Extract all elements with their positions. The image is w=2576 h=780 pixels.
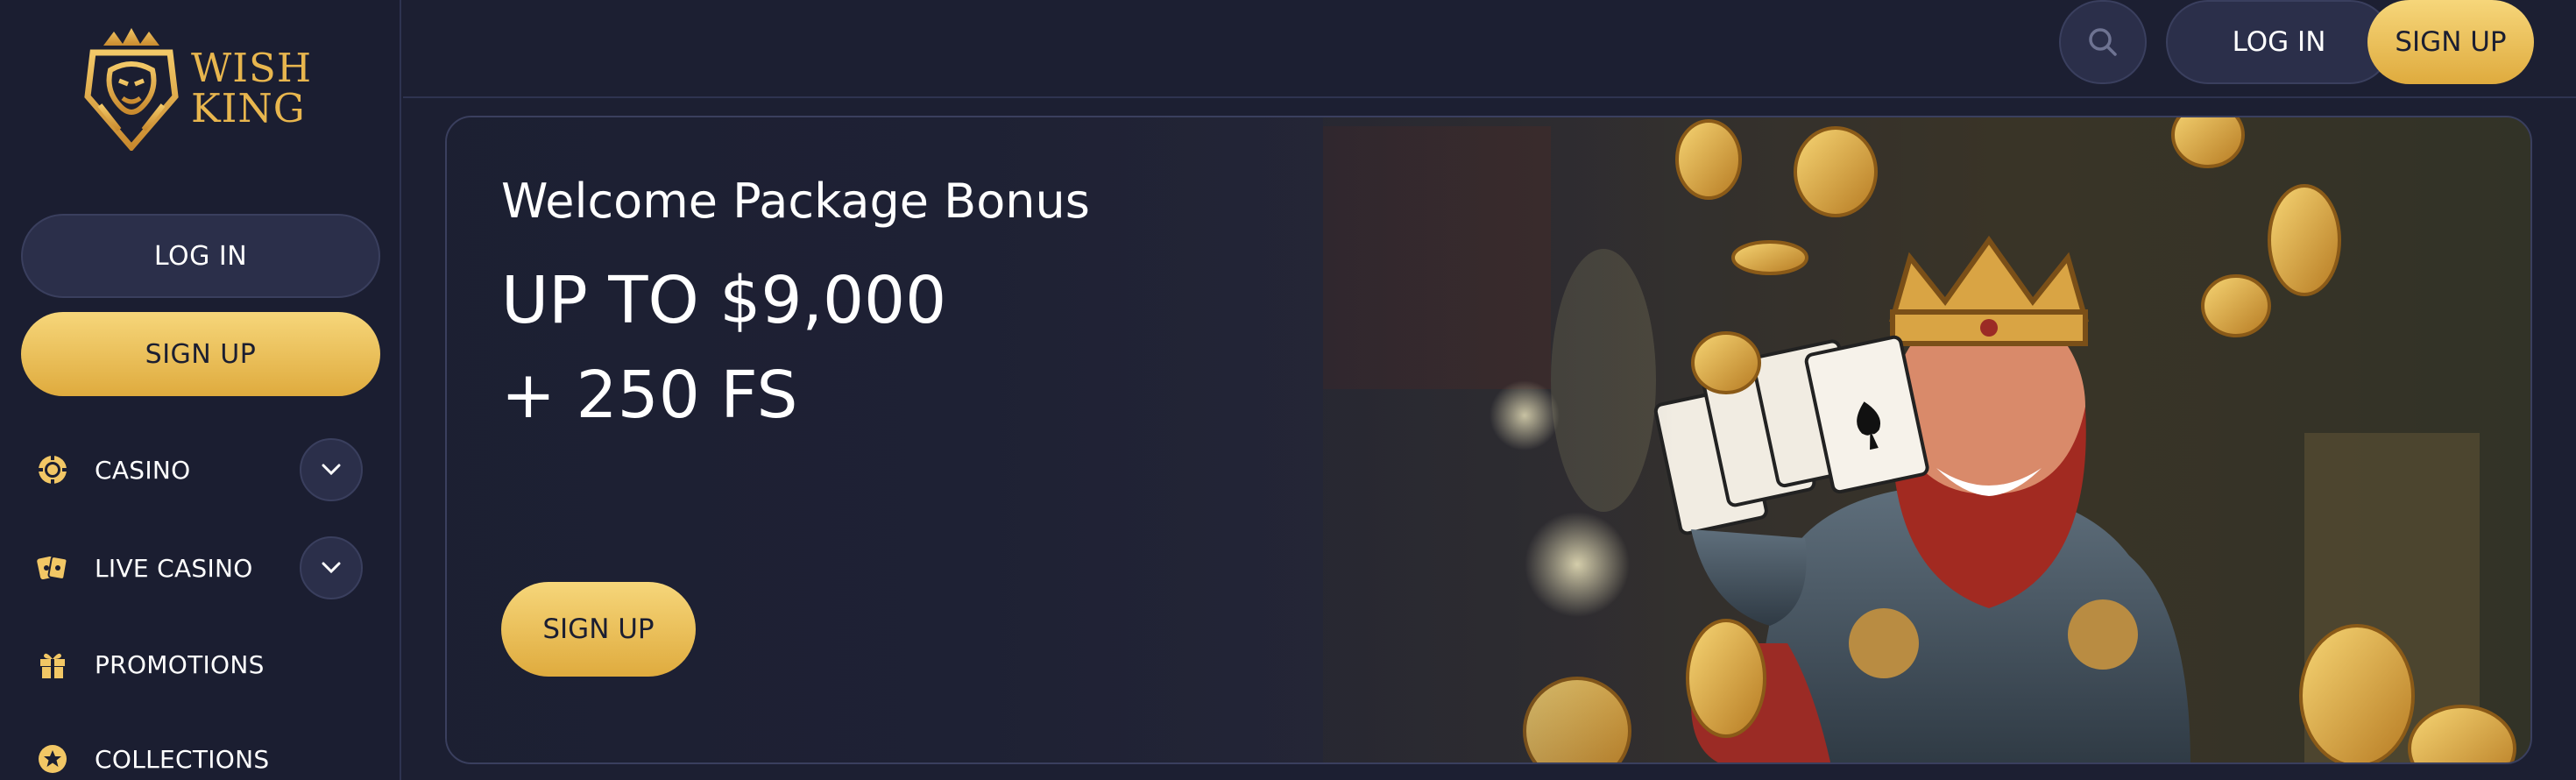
logo-wordmark: WISH KING: [191, 48, 312, 129]
collections-star-icon: [35, 741, 70, 776]
wish-king-logo[interactable]: WISH KING: [84, 26, 321, 151]
sidebar-signup-button[interactable]: SIGN UP: [21, 312, 380, 396]
chevron-down-icon[interactable]: [300, 438, 363, 501]
gift-icon: [35, 647, 70, 682]
sidebar-item-label: CASINO: [95, 455, 191, 485]
casino-chip-icon: [35, 452, 70, 487]
sidebar-item-label: PROMOTIONS: [95, 649, 265, 679]
banner-signup-button[interactable]: SIGN UP: [501, 582, 696, 677]
sidebar-item-label: COLLECTIONS: [95, 744, 270, 774]
chevron-down-icon[interactable]: [300, 536, 363, 599]
search-icon: [2089, 28, 2117, 56]
sidebar-login-button[interactable]: LOG IN: [21, 214, 380, 298]
sidebar-item-promotions[interactable]: PROMOTIONS: [35, 633, 368, 696]
logo-line-2: KING: [191, 85, 306, 131]
banner-bonus-amount: UP TO $9,000: [501, 263, 947, 338]
top-header: LOG IN SIGN UP: [403, 0, 2576, 98]
live-casino-cards-icon: [35, 550, 70, 585]
header-login-button[interactable]: LOG IN: [2166, 0, 2392, 84]
banner-title: Welcome Package Bonus: [501, 174, 1090, 229]
sidebar-item-collections[interactable]: COLLECTIONS: [35, 727, 368, 780]
logo-line-1: WISH: [191, 45, 313, 91]
search-button[interactable]: [2059, 0, 2147, 84]
banner-free-spins: + 250 FS: [501, 358, 798, 433]
sidebar: WISH KING LOG IN SIGN UP CASINO LIVE CAS…: [0, 0, 401, 780]
sidebar-item-live-casino[interactable]: LIVE CASINO: [35, 536, 368, 599]
header-signup-button[interactable]: SIGN UP: [2367, 0, 2534, 84]
lion-crown-logo-icon: [84, 28, 179, 151]
sidebar-item-casino[interactable]: CASINO: [35, 438, 368, 501]
sidebar-item-label: LIVE CASINO: [95, 553, 253, 583]
welcome-bonus-banner[interactable]: Welcome Package Bonus UP TO $9,000 + 250…: [445, 116, 2532, 764]
